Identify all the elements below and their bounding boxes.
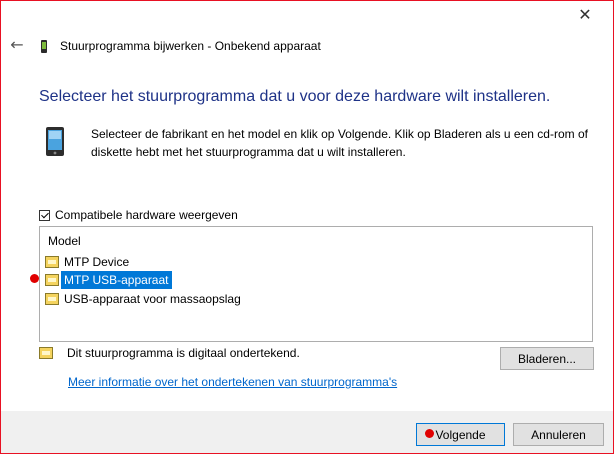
close-icon[interactable]: ✕	[575, 5, 595, 25]
driver-icon	[45, 293, 59, 305]
model-list[interactable]: Model MTP Device MTP USB-apparaat USB-ap…	[39, 226, 593, 342]
browse-button[interactable]: Bladeren...	[500, 347, 594, 370]
driver-icon	[45, 256, 59, 268]
list-item-selected[interactable]: MTP USB-apparaat	[45, 271, 172, 289]
list-item[interactable]: USB-apparaat voor massaopslag	[45, 290, 244, 308]
list-item-label: USB-apparaat voor massaopslag	[64, 292, 241, 306]
click-marker-dot	[30, 274, 39, 283]
window-title: Stuurprogramma bijwerken - Onbekend appa…	[60, 39, 321, 53]
back-arrow-icon[interactable]: ←	[8, 36, 26, 54]
list-item-label: MTP Device	[64, 255, 130, 269]
device-title-icon	[41, 40, 47, 53]
compatible-hardware-label: Compatibele hardware weergeven	[55, 208, 238, 222]
click-marker-dot	[425, 429, 434, 438]
mobile-device-icon	[46, 127, 64, 156]
compatible-hardware-option[interactable]: Compatibele hardware weergeven	[39, 207, 238, 223]
signed-text: Dit stuurprogramma is digitaal onderteke…	[67, 346, 300, 360]
driver-icon	[45, 274, 59, 286]
signing-info-link[interactable]: Meer informatie over het ondertekenen va…	[68, 375, 397, 389]
dialog-window: ✕ ← Stuurprogramma bijwerken - Onbekend …	[0, 0, 614, 454]
cancel-button[interactable]: Annuleren	[513, 423, 604, 446]
instruction-text: Selecteer de fabrikant en het model en k…	[91, 127, 588, 159]
page-heading: Selecteer het stuurprogramma dat u voor …	[39, 88, 551, 105]
certificate-icon	[39, 347, 53, 359]
list-item-label: MTP USB-apparaat	[61, 271, 172, 289]
list-item[interactable]: MTP Device	[45, 253, 132, 271]
model-column-header: Model	[48, 234, 81, 248]
compatible-hardware-checkbox[interactable]	[39, 209, 50, 221]
signature-info: Dit stuurprogramma is digitaal onderteke…	[39, 346, 300, 360]
